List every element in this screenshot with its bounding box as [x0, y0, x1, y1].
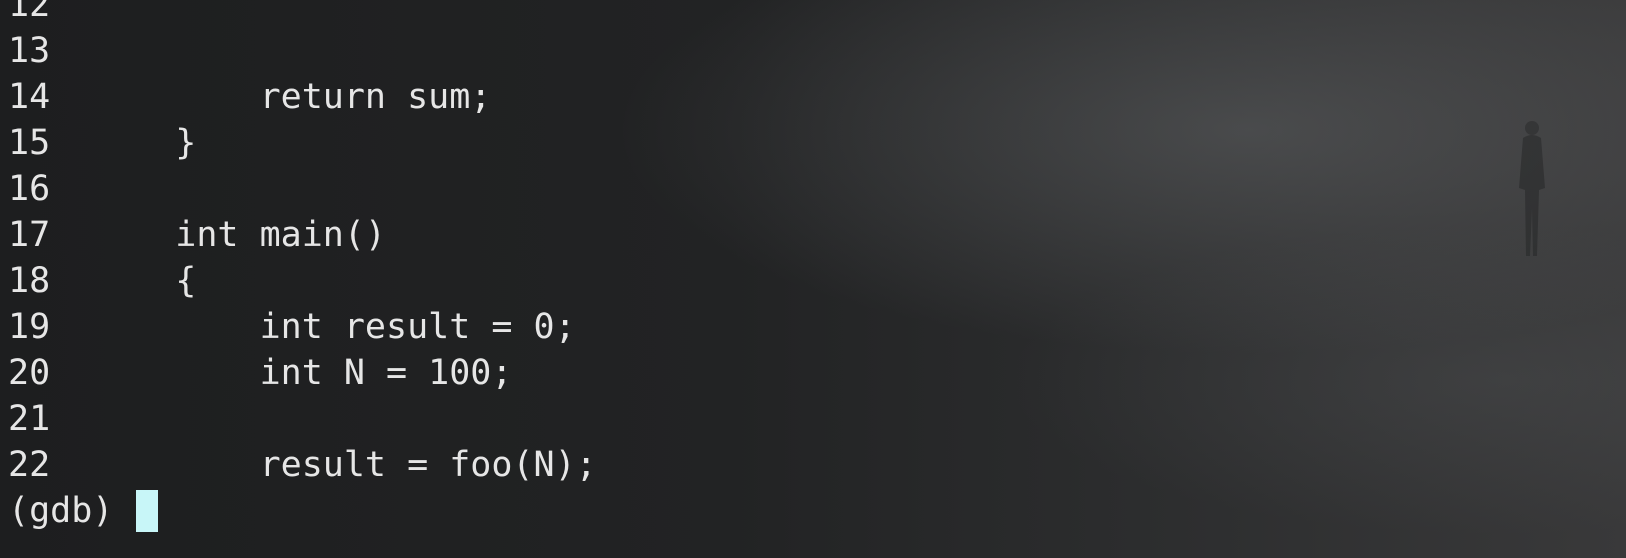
line-code: int main(): [91, 215, 387, 255]
line-number: 20: [8, 353, 51, 393]
line-code: {: [91, 261, 197, 301]
source-line: 22 result = foo(N);: [8, 442, 597, 488]
line-code: int result = 0;: [91, 307, 576, 347]
source-line: 14 return sum;: [8, 74, 597, 120]
line-number: 17: [8, 215, 51, 255]
source-line: 12: [8, 0, 597, 28]
gdb-command-line[interactable]: (gdb): [8, 488, 597, 534]
line-code: int N = 100;: [91, 353, 513, 393]
source-line: 13: [8, 28, 597, 74]
line-number: 12: [8, 0, 51, 25]
line-number: 22: [8, 445, 51, 485]
source-line: 20 int N = 100;: [8, 350, 597, 396]
gdb-source-listing: 12 13 14 return sum; 15 } 16 17 int main…: [8, 0, 597, 534]
source-line: 18 {: [8, 258, 597, 304]
wallpaper-figure-silhouette: [1519, 121, 1545, 256]
line-number: 19: [8, 307, 51, 347]
source-line: 15 }: [8, 120, 597, 166]
source-line: 19 int result = 0;: [8, 304, 597, 350]
source-line: 21: [8, 396, 597, 442]
gdb-prompt: (gdb): [8, 491, 135, 531]
line-number: 21: [8, 399, 51, 439]
source-line: 17 int main(): [8, 212, 597, 258]
line-number: 13: [8, 31, 51, 71]
line-number: 14: [8, 77, 51, 117]
line-code: result = foo(N);: [91, 445, 597, 485]
source-line: 16: [8, 166, 597, 212]
text-cursor[interactable]: [136, 490, 159, 532]
line-number: 15: [8, 123, 51, 163]
line-number: 16: [8, 169, 51, 209]
terminal-window[interactable]: 12 13 14 return sum; 15 } 16 17 int main…: [0, 0, 1626, 558]
line-code: }: [91, 123, 197, 163]
line-number: 18: [8, 261, 51, 301]
line-code: return sum;: [91, 77, 492, 117]
